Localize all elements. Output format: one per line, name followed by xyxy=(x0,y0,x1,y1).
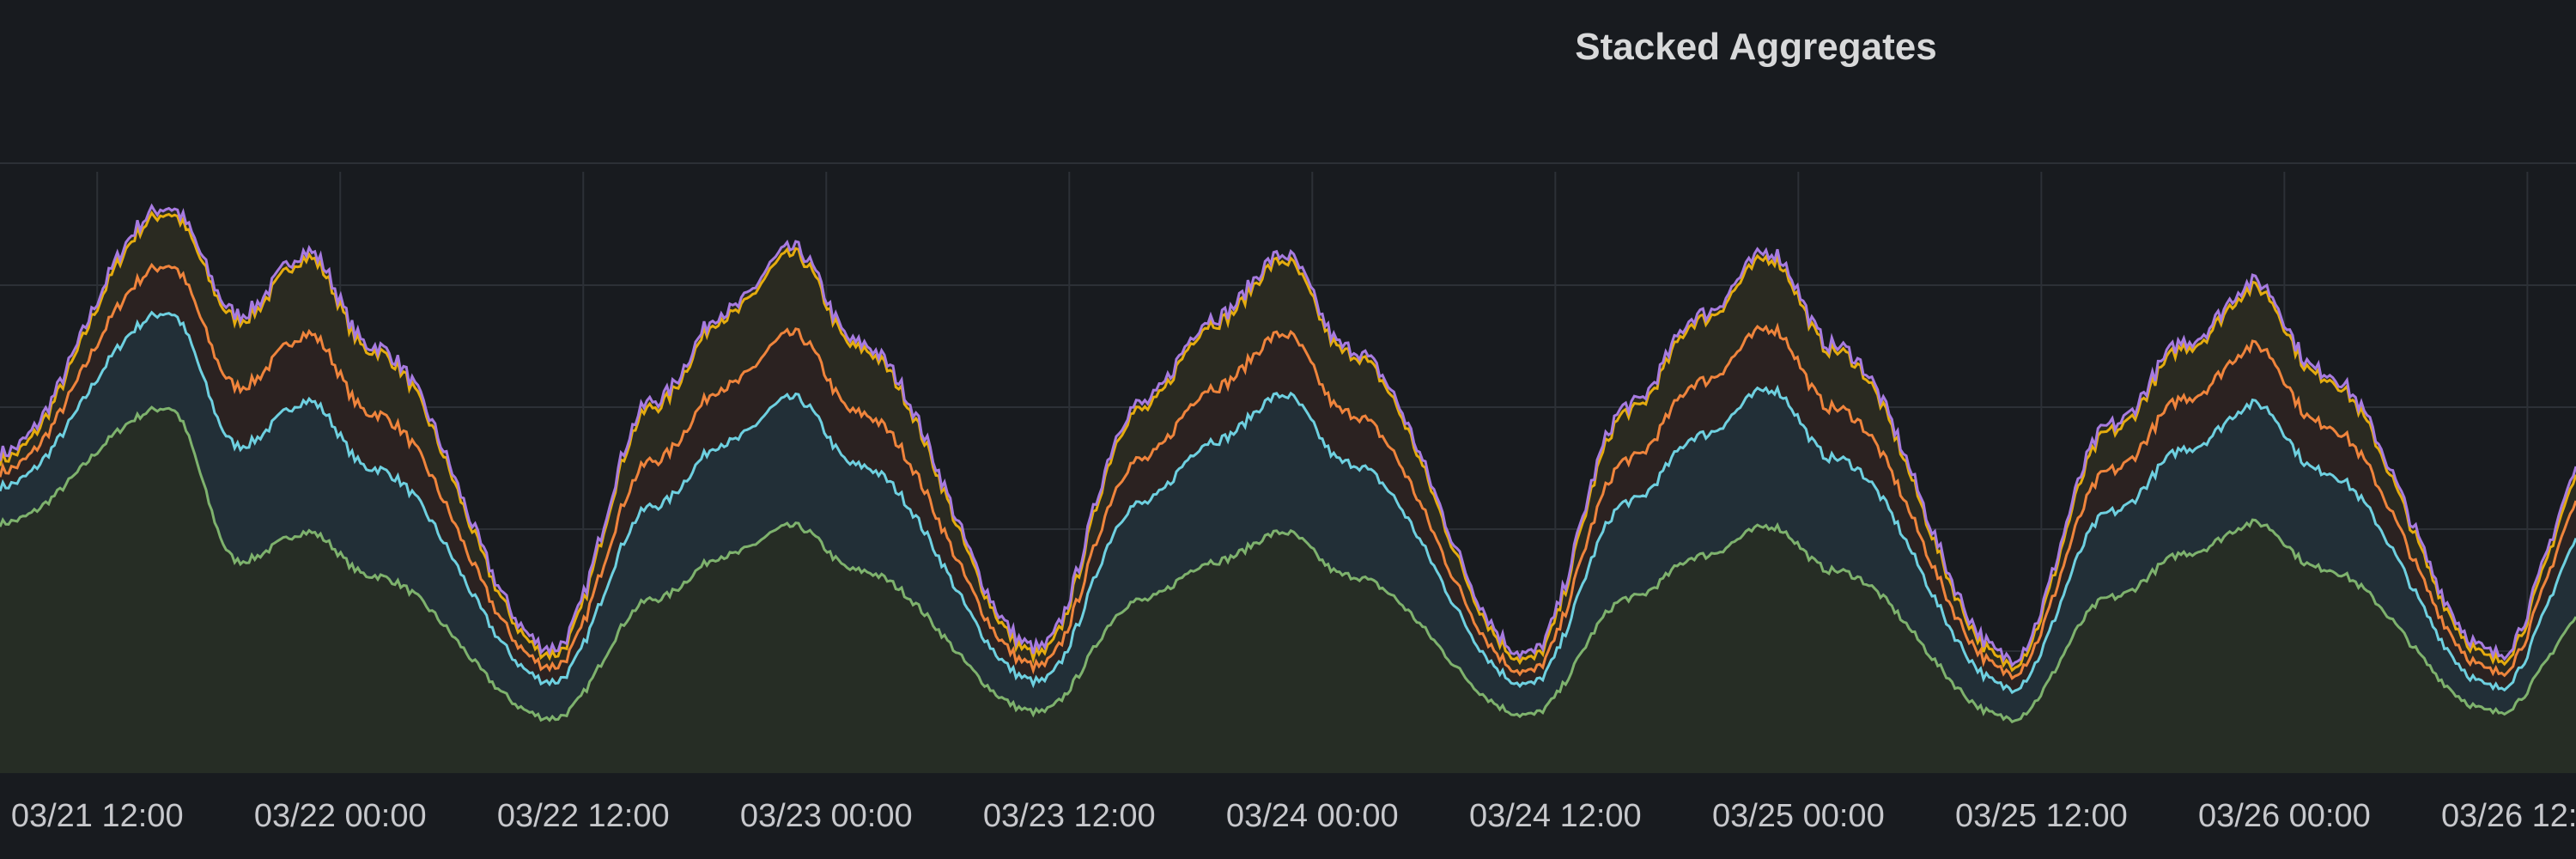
stacked-area-chart: 03/21 12:00 03/22 00:00 03/22 12:00 03/23 0… xyxy=(0,162,2576,834)
x-tick-label-1: 03/22 00:00 xyxy=(254,798,427,834)
x-tick-label-5: 03/24 00:00 xyxy=(1226,798,1399,834)
x-tick-label-2: 03/22 12:00 xyxy=(497,798,670,834)
series-areas xyxy=(0,205,2576,774)
x-tick-label-9: 03/26 00:00 xyxy=(2198,798,2371,834)
x-tick-label-8: 03/25 12:00 xyxy=(1955,798,2128,834)
chart-panel: Stacked Aggregates 03/21 12:00 03/22 00:0… xyxy=(0,0,2576,859)
x-tick-label-0: 03/21 12:00 xyxy=(11,798,184,834)
x-tick-label-6: 03/24 12:00 xyxy=(1469,798,1642,834)
x-tick-label-3: 03/23 00:00 xyxy=(740,798,913,834)
x-tick-label-4: 03/23 12:00 xyxy=(983,798,1156,834)
x-tick-label-10: 03/26 12:00 xyxy=(2441,798,2576,834)
x-axis-ticks: 03/21 12:00 03/22 00:00 03/22 12:00 03/23 0… xyxy=(11,798,2576,834)
x-tick-label-7: 03/25 00:00 xyxy=(1712,798,1885,834)
